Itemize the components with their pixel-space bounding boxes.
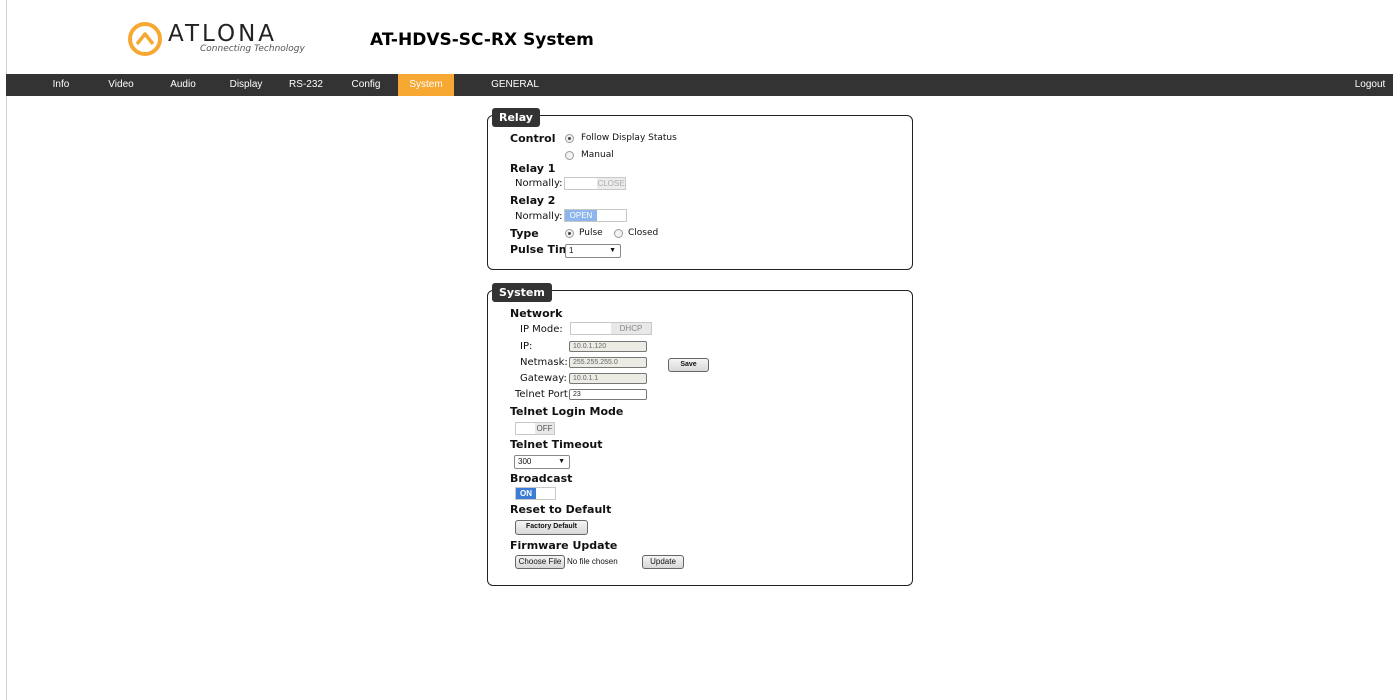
relay2-normally-label: Normally:	[515, 211, 563, 222]
broadcast-toggle[interactable]: ON	[515, 487, 556, 500]
control-follow-label: Follow Display Status	[581, 133, 677, 143]
broadcast-label: Broadcast	[510, 472, 573, 485]
nav-bar: Info Video Audio Display RS-232 Config S…	[6, 74, 1393, 96]
control-manual-radio[interactable]	[565, 151, 574, 160]
telnet-port-label: Telnet Port:	[515, 389, 572, 400]
system-panel: System Network IP Mode: DHCP IP: 10.0.1.…	[487, 283, 913, 586]
telnet-port-field[interactable]: 23	[569, 389, 647, 400]
nav-tab-rs232[interactable]: RS-232	[286, 74, 326, 96]
atlona-logo-icon	[128, 22, 162, 56]
pulse-time-value: 1	[569, 246, 574, 255]
ip-field[interactable]: 10.0.1.120	[569, 341, 647, 352]
network-label: Network	[510, 307, 563, 320]
relay1-label: Relay 1	[510, 162, 556, 175]
relay1-toggle[interactable]: CLOSE	[564, 177, 626, 190]
control-manual-label: Manual	[581, 150, 614, 160]
telnet-login-label: Telnet Login Mode	[510, 405, 624, 418]
broadcast-value: ON	[516, 488, 536, 499]
telnet-timeout-select[interactable]: 300 ▼	[514, 455, 570, 469]
system-panel-title: System	[492, 283, 552, 302]
netmask-label: Netmask:	[520, 357, 568, 368]
gateway-label: Gateway:	[520, 373, 567, 384]
chevron-down-icon: ▼	[558, 458, 565, 465]
update-button[interactable]: Update	[642, 555, 684, 569]
telnet-timeout-value: 300	[518, 457, 532, 466]
ip-mode-label: IP Mode:	[520, 324, 563, 335]
brand-name: ATLONA	[168, 21, 278, 47]
relay2-label: Relay 2	[510, 194, 556, 207]
control-follow-radio[interactable]	[565, 134, 574, 143]
telnet-login-value: OFF	[535, 423, 554, 434]
control-label: Control	[510, 132, 556, 145]
nav-tab-general[interactable]: GENERAL	[490, 74, 540, 96]
nav-tab-audio[interactable]: Audio	[166, 74, 200, 96]
header: ATLONA Connecting Technology AT-HDVS-SC-…	[0, 0, 1393, 74]
relay2-toggle[interactable]: OPEN	[564, 209, 627, 222]
relay1-value: CLOSE	[597, 178, 625, 189]
nav-tab-config[interactable]: Config	[348, 74, 384, 96]
ip-label: IP:	[520, 341, 533, 352]
relay2-value: OPEN	[565, 210, 597, 221]
firmware-label: Firmware Update	[510, 539, 618, 552]
ip-mode-value: DHCP	[611, 323, 651, 334]
relay-panel-title: Relay	[492, 108, 540, 127]
brand-logo: ATLONA Connecting Technology	[128, 22, 305, 56]
chevron-down-icon: ▼	[609, 247, 616, 254]
telnet-login-toggle[interactable]: OFF	[515, 422, 555, 435]
nav-tab-system[interactable]: System	[398, 74, 454, 96]
nav-tab-info[interactable]: Info	[46, 74, 76, 96]
relay-panel: Relay Control Follow Display Status Manu…	[487, 108, 913, 270]
netmask-field[interactable]: 255.255.255.0	[569, 357, 647, 368]
reset-label: Reset to Default	[510, 503, 612, 516]
nav-tab-video[interactable]: Video	[104, 74, 138, 96]
save-button[interactable]: Save	[668, 358, 709, 372]
gateway-field[interactable]: 10.0.1.1	[569, 373, 647, 384]
nav-tab-display[interactable]: Display	[226, 74, 266, 96]
factory-default-button[interactable]: Factory Default	[515, 520, 588, 535]
pulse-time-select[interactable]: 1 ▼	[565, 244, 621, 258]
type-closed-label: Closed	[628, 228, 659, 238]
type-label: Type	[510, 227, 539, 240]
logout-link[interactable]: Logout	[1352, 74, 1388, 96]
type-pulse-label: Pulse	[579, 228, 603, 238]
type-closed-radio[interactable]	[614, 229, 623, 238]
brand-tagline: Connecting Technology	[200, 44, 305, 54]
type-pulse-radio[interactable]	[565, 229, 574, 238]
telnet-timeout-label: Telnet Timeout	[510, 438, 603, 451]
page-title: AT-HDVS-SC-RX System	[370, 30, 594, 50]
relay1-normally-label: Normally:	[515, 178, 563, 189]
ip-mode-toggle[interactable]: DHCP	[570, 322, 652, 335]
choose-file-button[interactable]: Choose File	[515, 555, 565, 569]
no-file-chosen-text: No file chosen	[567, 557, 618, 566]
